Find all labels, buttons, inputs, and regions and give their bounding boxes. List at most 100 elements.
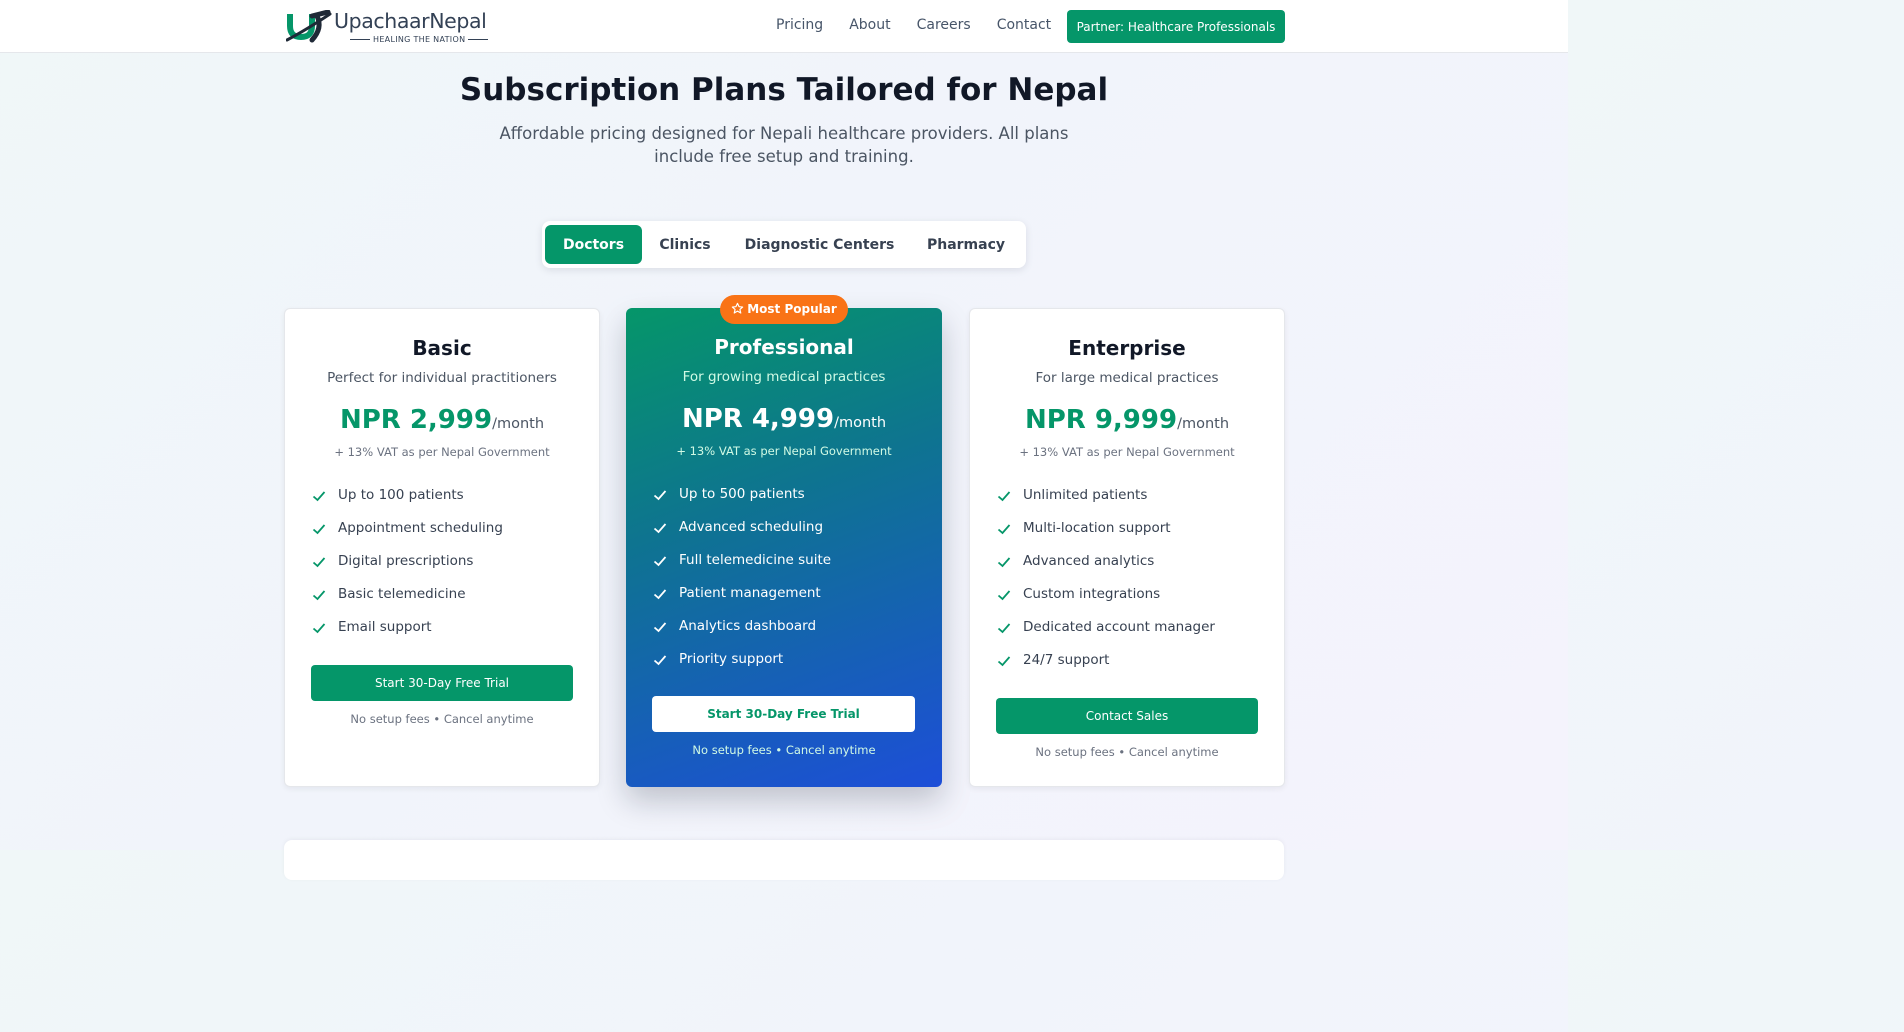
start-free-trial-button[interactable]: Start 30-Day Free Trial: [311, 665, 573, 701]
page-subtitle: Affordable pricing designed for Nepali h…: [499, 124, 1069, 166]
plan-name: Enterprise: [1068, 336, 1186, 360]
site-header: UpachaarNepal HEALING THE NATION Pricing…: [0, 0, 1568, 53]
price-period: /month: [1177, 416, 1230, 432]
feature-text: Digital prescriptions: [338, 553, 474, 569]
partner-healthcare-button[interactable]: Partner: Healthcare Professionals: [1067, 10, 1285, 43]
page-title: Subscription Plans Tailored for Nepal: [459, 72, 1109, 108]
cta-note: No setup fees • Cancel anytime: [1035, 745, 1219, 759]
check-icon: [312, 623, 326, 634]
price-period: /month: [492, 416, 545, 432]
plan-card-basic: Basic Perfect for individual practitione…: [284, 308, 600, 787]
feature-item: Dedicated account manager: [997, 619, 1215, 652]
feature-item: Priority support: [653, 651, 831, 684]
check-icon: [312, 524, 326, 535]
plan-card-enterprise: Enterprise For large medical practices N…: [969, 308, 1285, 787]
check-icon: [653, 622, 667, 633]
check-icon: [653, 490, 667, 501]
feature-item: Up to 500 patients: [653, 486, 831, 519]
plan-name: Professional: [714, 335, 854, 359]
feature-text: 24/7 support: [1023, 652, 1110, 668]
vat-note: + 13% VAT as per Nepal Government: [334, 445, 550, 459]
check-icon: [653, 655, 667, 666]
feature-text: Advanced scheduling: [679, 519, 824, 535]
price-amount: NPR 4,999: [681, 404, 835, 434]
tab-clinics[interactable]: Clinics: [643, 225, 727, 264]
check-icon: [312, 557, 326, 568]
price-amount: NPR 2,999: [339, 405, 493, 435]
check-icon: [997, 491, 1011, 502]
feature-list: Up to 500 patients Advanced scheduling F…: [653, 486, 831, 684]
check-icon: [997, 623, 1011, 634]
start-free-trial-button[interactable]: Start 30-Day Free Trial: [652, 696, 915, 732]
price-amount: NPR 9,999: [1024, 405, 1178, 435]
star-icon: [731, 302, 744, 314]
brand-logo[interactable]: UpachaarNepal HEALING THE NATION: [286, 9, 506, 45]
tab-doctors[interactable]: Doctors: [545, 225, 642, 264]
feature-text: Full telemedicine suite: [679, 552, 832, 568]
feature-item: Appointment scheduling: [312, 520, 503, 553]
feature-item: Analytics dashboard: [653, 618, 831, 651]
nav-link-pricing[interactable]: Pricing: [776, 17, 823, 33]
feature-text: Patient management: [679, 585, 821, 601]
cta-note: No setup fees • Cancel anytime: [350, 712, 534, 726]
check-icon: [653, 556, 667, 567]
feature-item: Digital prescriptions: [312, 553, 503, 586]
brand-name: UpachaarNepal: [334, 9, 487, 33]
most-popular-badge: Most Popular: [720, 295, 848, 324]
feature-text: Multi-location support: [1023, 520, 1171, 536]
feature-text: Dedicated account manager: [1023, 619, 1215, 635]
feature-item: Unlimited patients: [997, 487, 1215, 520]
main-nav: Pricing About Careers Contact: [776, 17, 1077, 33]
feature-item: Email support: [312, 619, 503, 652]
contact-sales-button[interactable]: Contact Sales: [996, 698, 1258, 734]
feature-text: Unlimited patients: [1023, 487, 1148, 503]
feature-text: Analytics dashboard: [679, 618, 817, 634]
tab-diagnostic-centers[interactable]: Diagnostic Centers: [731, 225, 908, 264]
plan-description: For growing medical practices: [682, 369, 886, 385]
feature-item: Advanced scheduling: [653, 519, 831, 552]
feature-text: Basic telemedicine: [338, 586, 466, 602]
check-icon: [997, 656, 1011, 667]
feature-list: Unlimited patients Multi-location suppor…: [997, 487, 1215, 685]
plan-price: NPR 2,999/month: [285, 405, 599, 435]
cta-note: No setup fees • Cancel anytime: [692, 743, 876, 757]
badge-text: Most Popular: [747, 302, 837, 316]
check-icon: [997, 590, 1011, 601]
brand-tagline: HEALING THE NATION: [347, 35, 491, 44]
nav-link-contact[interactable]: Contact: [997, 17, 1051, 33]
check-icon: [997, 557, 1011, 568]
plan-description: Perfect for individual practitioners: [327, 370, 557, 386]
vat-note: + 13% VAT as per Nepal Government: [676, 444, 892, 458]
check-icon: [312, 491, 326, 502]
nav-link-careers[interactable]: Careers: [917, 17, 971, 33]
check-icon: [997, 524, 1011, 535]
tab-pharmacy[interactable]: Pharmacy: [910, 225, 1022, 264]
price-period: /month: [834, 415, 887, 431]
plan-card-professional: Most Popular Professional For growing me…: [626, 295, 942, 787]
feature-item: Advanced analytics: [997, 553, 1215, 586]
nav-link-about[interactable]: About: [849, 17, 890, 33]
feature-list: Up to 100 patients Appointment schedulin…: [312, 487, 503, 652]
feature-text: Up to 100 patients: [338, 487, 464, 503]
feature-item: Full telemedicine suite: [653, 552, 831, 585]
check-icon: [653, 589, 667, 600]
check-icon: [312, 590, 326, 601]
plan-name: Basic: [412, 336, 472, 360]
feature-text: Custom integrations: [1023, 586, 1161, 602]
feature-text: Priority support: [679, 651, 784, 667]
plan-description: For large medical practices: [1035, 370, 1219, 386]
check-icon: [653, 523, 667, 534]
plan-price: NPR 4,999/month: [626, 404, 942, 434]
feature-text: Appointment scheduling: [338, 520, 503, 536]
feature-item: Up to 100 patients: [312, 487, 503, 520]
plan-price: NPR 9,999/month: [970, 405, 1284, 435]
feature-item: Patient management: [653, 585, 831, 618]
feature-item: Basic telemedicine: [312, 586, 503, 619]
feature-item: 24/7 support: [997, 652, 1215, 685]
feature-text: Up to 500 patients: [679, 486, 805, 502]
next-section-card: [284, 840, 1284, 880]
vat-note: + 13% VAT as per Nepal Government: [1019, 445, 1235, 459]
feature-text: Email support: [338, 619, 432, 635]
provider-type-tabs: Doctors Clinics Diagnostic Centers Pharm…: [542, 221, 1026, 268]
feature-item: Multi-location support: [997, 520, 1215, 553]
